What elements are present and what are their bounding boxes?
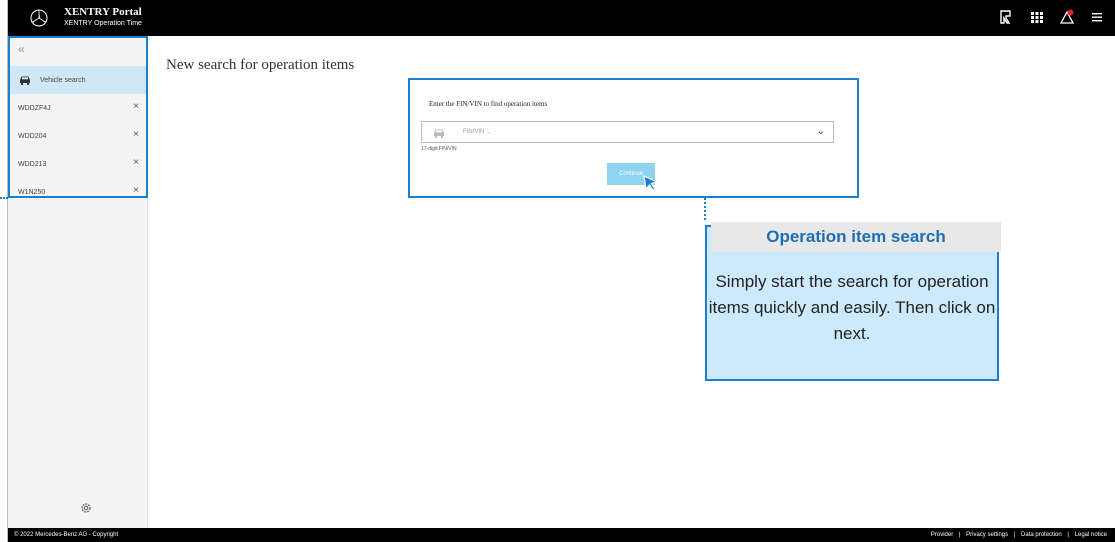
app-title: XENTRY Portal (64, 6, 142, 18)
cursor-icon (643, 174, 659, 192)
footer-links: Provider | Privacy settings | Data prote… (927, 532, 1107, 538)
sidebar-item-label: WDD213 (18, 160, 47, 168)
connector-line (704, 198, 706, 220)
alert-icon[interactable] (1059, 9, 1075, 25)
footer-separator: | (1067, 532, 1069, 538)
close-icon[interactable]: × (133, 157, 139, 168)
collapse-button[interactable]: « (18, 42, 25, 56)
vin-help-text: 17-digit FIN/VIN (421, 146, 457, 152)
report-icon[interactable] (999, 9, 1015, 25)
footer-separator: | (1013, 532, 1016, 538)
grid-icon[interactable] (1029, 9, 1045, 25)
footer-link-legal-notice[interactable]: Legal notice (1075, 532, 1107, 538)
menu-icon[interactable] (1089, 9, 1105, 25)
mercedes-star-icon[interactable] (30, 9, 48, 27)
footer-link-privacy-settings[interactable]: Privacy settings (966, 532, 1008, 538)
sidebar-item-vehicle-search[interactable]: Vehicle search (8, 66, 148, 94)
brand: XENTRY Portal XENTRY Operation Time (64, 6, 142, 28)
page-title: New search for operation items (166, 57, 355, 73)
top-icons (999, 9, 1105, 25)
close-icon[interactable]: × (133, 129, 139, 140)
top-bar: XENTRY Portal XENTRY Operation Time (8, 0, 1115, 36)
sidebar-item-label: WDD204 (18, 132, 47, 140)
car-icon (434, 129, 444, 138)
sidebar: « Vehicle search WDDZF4J × WDD204 × WDD2… (8, 36, 148, 528)
connector-line (0, 197, 8, 199)
search-label: Enter the FIN/VIN to find operation item… (429, 100, 548, 108)
vin-placeholder: FIN/VIN ... (463, 129, 492, 135)
sidebar-item-label: W1N250 (18, 188, 46, 196)
callout-box: Operation item search Simply start the s… (705, 222, 1001, 381)
footer: © 2022 Mercedes-Benz AG - Copyright Prov… (8, 528, 1115, 542)
settings-icon[interactable] (80, 502, 92, 514)
sidebar-item-wdd204[interactable]: WDD204 × (8, 122, 148, 150)
sidebar-item-wddzf4j[interactable]: WDDZF4J × (8, 94, 148, 122)
car-icon (20, 76, 30, 85)
app-subtitle: XENTRY Operation Time (64, 20, 142, 27)
close-icon[interactable]: × (133, 185, 139, 196)
search-card: Enter the FIN/VIN to find operation item… (408, 78, 859, 198)
vin-select[interactable]: FIN/VIN ... ⌄ (421, 121, 834, 143)
footer-link-data-protection[interactable]: Data protection (1021, 532, 1062, 538)
copyright: © 2022 Mercedes-Benz AG - Copyright (14, 532, 119, 538)
sidebar-item-label: WDDZF4J (18, 104, 51, 112)
close-icon[interactable]: × (133, 101, 139, 112)
sidebar-item-label: Vehicle search (40, 76, 86, 84)
callout-text: Simply start the search for operation it… (708, 272, 996, 343)
footer-separator: | (958, 532, 961, 538)
sidebar-item-w1n250[interactable]: W1N250 × (8, 178, 148, 206)
sidebar-item-wdd213[interactable]: WDD213 × (8, 150, 148, 178)
footer-link-provider[interactable]: Provider (931, 532, 953, 538)
callout-title: Operation item search (711, 222, 1001, 252)
chevron-down-icon[interactable]: ⌄ (817, 126, 825, 137)
